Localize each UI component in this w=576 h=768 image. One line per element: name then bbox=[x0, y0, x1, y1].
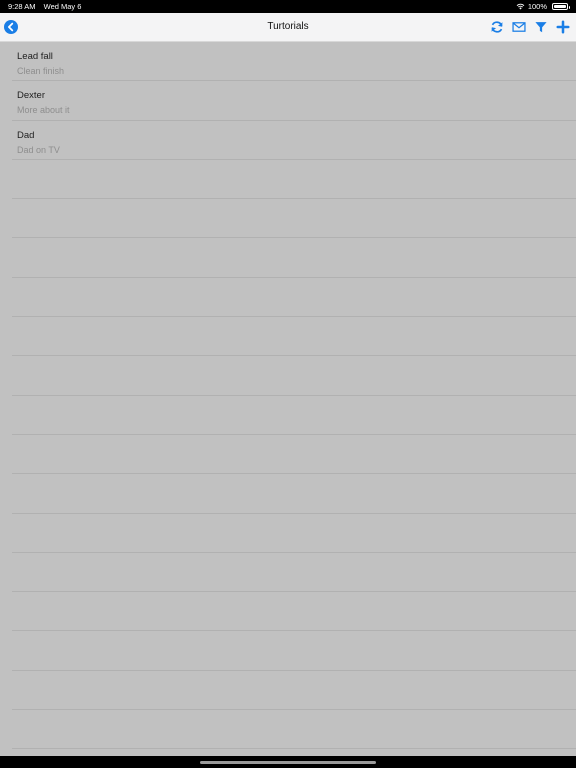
empty-list-row bbox=[12, 238, 576, 278]
empty-list-row bbox=[12, 631, 576, 671]
nav-actions bbox=[490, 20, 570, 34]
status-left: 9:28 AM Wed May 6 bbox=[8, 0, 81, 13]
filter-icon[interactable] bbox=[534, 20, 548, 34]
list-item-title: Dad bbox=[17, 129, 35, 141]
list-item-subtitle: Dad on TV bbox=[17, 144, 60, 155]
refresh-icon[interactable] bbox=[490, 20, 504, 34]
status-bar: 9:28 AM Wed May 6 100% bbox=[0, 0, 576, 13]
list-item-subtitle: More about it bbox=[17, 105, 70, 116]
empty-list-row bbox=[12, 592, 576, 632]
home-indicator bbox=[200, 761, 376, 764]
home-bar bbox=[0, 756, 576, 768]
empty-list-row bbox=[12, 199, 576, 239]
navigation-bar: Turtorials bbox=[0, 13, 576, 42]
empty-list-row bbox=[12, 710, 576, 750]
status-time: 9:28 AM bbox=[8, 2, 36, 11]
empty-rows bbox=[0, 160, 576, 750]
wifi-icon bbox=[516, 3, 525, 10]
list-item[interactable]: Lead fall Clean finish bbox=[12, 42, 576, 82]
list-item[interactable]: Dexter More about it bbox=[12, 81, 576, 121]
battery-percentage: 100% bbox=[527, 2, 547, 11]
list-item-title: Lead fall bbox=[17, 51, 53, 62]
empty-list-row bbox=[12, 317, 576, 357]
list-item-title: Dexter bbox=[17, 90, 45, 102]
empty-list-row bbox=[12, 671, 576, 711]
empty-list-row bbox=[12, 396, 576, 435]
empty-list-row bbox=[12, 278, 576, 318]
list-item[interactable]: Dad Dad on TV bbox=[12, 121, 576, 160]
envelope-icon[interactable] bbox=[512, 20, 526, 34]
empty-list-row bbox=[12, 435, 576, 475]
plus-icon[interactable] bbox=[556, 20, 570, 34]
status-right: 100% bbox=[516, 0, 570, 13]
status-date: Wed May 6 bbox=[43, 2, 82, 11]
tutorials-list: Lead fall Clean finish Dexter More about… bbox=[0, 42, 576, 756]
empty-list-row bbox=[12, 514, 576, 553]
empty-list-row bbox=[12, 553, 576, 593]
empty-list-row bbox=[12, 356, 576, 396]
list-item-subtitle: Clean finish bbox=[17, 66, 65, 76]
empty-list-row bbox=[12, 474, 576, 514]
empty-list-row bbox=[12, 160, 576, 200]
battery-icon bbox=[552, 3, 570, 10]
